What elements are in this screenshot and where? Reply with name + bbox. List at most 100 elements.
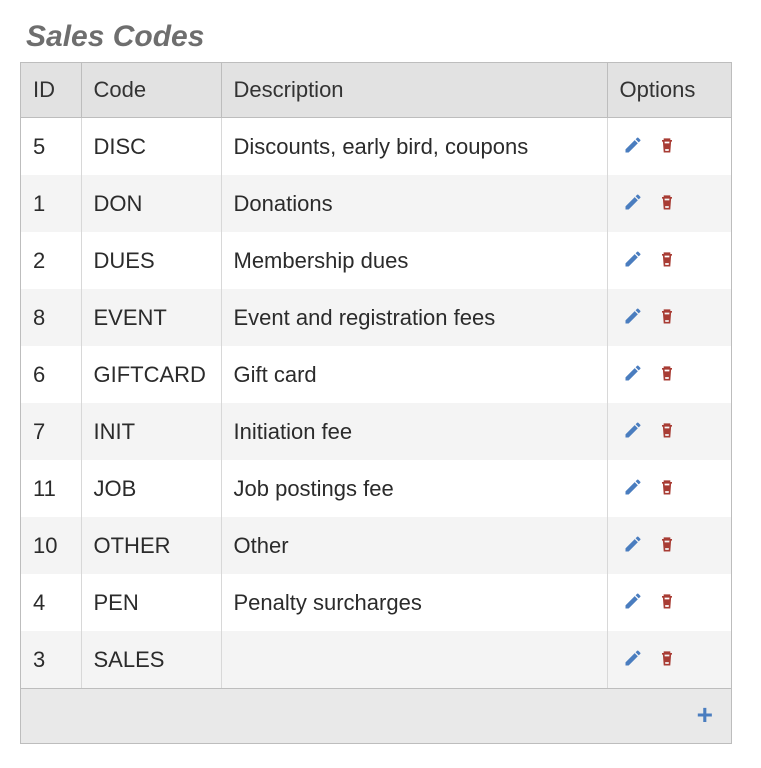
- sales-codes-panel: ID Code Description Options 5DISCDiscoun…: [20, 62, 732, 744]
- edit-button[interactable]: [620, 417, 646, 443]
- cell-options: [607, 517, 731, 574]
- cell-code: SALES: [81, 631, 221, 688]
- cell-options: [607, 118, 731, 176]
- cell-options: [607, 631, 731, 688]
- delete-button[interactable]: [654, 189, 680, 215]
- pencil-icon: [623, 363, 643, 383]
- edit-button[interactable]: [620, 246, 646, 272]
- pencil-icon: [623, 306, 643, 326]
- trash-icon: [657, 306, 677, 326]
- cell-description: Gift card: [221, 346, 607, 403]
- cell-code: INIT: [81, 403, 221, 460]
- cell-id: 3: [21, 631, 81, 688]
- cell-code: DUES: [81, 232, 221, 289]
- edit-button[interactable]: [620, 189, 646, 215]
- delete-button[interactable]: [654, 417, 680, 443]
- delete-button[interactable]: [654, 303, 680, 329]
- sales-codes-table: ID Code Description Options 5DISCDiscoun…: [21, 63, 731, 688]
- cell-description: Initiation fee: [221, 403, 607, 460]
- cell-description: Penalty surcharges: [221, 574, 607, 631]
- table-row: 11JOBJob postings fee: [21, 460, 731, 517]
- trash-icon: [657, 477, 677, 497]
- cell-description: Discounts, early bird, coupons: [221, 118, 607, 176]
- cell-code: JOB: [81, 460, 221, 517]
- pencil-icon: [623, 648, 643, 668]
- cell-options: [607, 403, 731, 460]
- cell-id: 8: [21, 289, 81, 346]
- cell-options: [607, 289, 731, 346]
- edit-button[interactable]: [620, 645, 646, 671]
- edit-button[interactable]: [620, 303, 646, 329]
- pencil-icon: [623, 249, 643, 269]
- col-header-description[interactable]: Description: [221, 63, 607, 118]
- cell-id: 6: [21, 346, 81, 403]
- table-row: 10OTHEROther: [21, 517, 731, 574]
- add-button[interactable]: +: [697, 701, 713, 729]
- cell-description: Job postings fee: [221, 460, 607, 517]
- cell-options: [607, 232, 731, 289]
- table-row: 3SALES: [21, 631, 731, 688]
- delete-button[interactable]: [654, 531, 680, 557]
- cell-code: OTHER: [81, 517, 221, 574]
- trash-icon: [657, 363, 677, 383]
- delete-button[interactable]: [654, 360, 680, 386]
- pencil-icon: [623, 135, 643, 155]
- page-title: Sales Codes: [26, 20, 741, 54]
- cell-options: [607, 175, 731, 232]
- plus-icon: +: [697, 701, 713, 729]
- pencil-icon: [623, 420, 643, 440]
- delete-button[interactable]: [654, 645, 680, 671]
- col-header-id[interactable]: ID: [21, 63, 81, 118]
- cell-code: EVENT: [81, 289, 221, 346]
- table-row: 4PENPenalty surcharges: [21, 574, 731, 631]
- edit-button[interactable]: [620, 132, 646, 158]
- cell-id: 10: [21, 517, 81, 574]
- table-row: 2DUESMembership dues: [21, 232, 731, 289]
- table-header-row: ID Code Description Options: [21, 63, 731, 118]
- delete-button[interactable]: [654, 588, 680, 614]
- table-row: 6GIFTCARDGift card: [21, 346, 731, 403]
- table-row: 8EVENTEvent and registration fees: [21, 289, 731, 346]
- edit-button[interactable]: [620, 588, 646, 614]
- trash-icon: [657, 591, 677, 611]
- table-row: 5DISCDiscounts, early bird, coupons: [21, 118, 731, 176]
- cell-description: Event and registration fees: [221, 289, 607, 346]
- pencil-icon: [623, 591, 643, 611]
- delete-button[interactable]: [654, 474, 680, 500]
- delete-button[interactable]: [654, 132, 680, 158]
- cell-id: 5: [21, 118, 81, 176]
- trash-icon: [657, 135, 677, 155]
- cell-code: DISC: [81, 118, 221, 176]
- cell-code: DON: [81, 175, 221, 232]
- cell-options: [607, 460, 731, 517]
- cell-id: 2: [21, 232, 81, 289]
- cell-description: Other: [221, 517, 607, 574]
- table-row: 1DONDonations: [21, 175, 731, 232]
- edit-button[interactable]: [620, 531, 646, 557]
- pencil-icon: [623, 477, 643, 497]
- delete-button[interactable]: [654, 246, 680, 272]
- cell-code: GIFTCARD: [81, 346, 221, 403]
- trash-icon: [657, 192, 677, 212]
- pencil-icon: [623, 192, 643, 212]
- edit-button[interactable]: [620, 474, 646, 500]
- cell-description: [221, 631, 607, 688]
- col-header-options: Options: [607, 63, 731, 118]
- cell-description: Membership dues: [221, 232, 607, 289]
- edit-button[interactable]: [620, 360, 646, 386]
- cell-code: PEN: [81, 574, 221, 631]
- cell-id: 7: [21, 403, 81, 460]
- trash-icon: [657, 420, 677, 440]
- cell-id: 4: [21, 574, 81, 631]
- trash-icon: [657, 534, 677, 554]
- cell-description: Donations: [221, 175, 607, 232]
- cell-id: 1: [21, 175, 81, 232]
- col-header-code[interactable]: Code: [81, 63, 221, 118]
- trash-icon: [657, 648, 677, 668]
- cell-id: 11: [21, 460, 81, 517]
- table-row: 7INITInitiation fee: [21, 403, 731, 460]
- trash-icon: [657, 249, 677, 269]
- pencil-icon: [623, 534, 643, 554]
- cell-options: [607, 574, 731, 631]
- table-footer: +: [21, 688, 731, 743]
